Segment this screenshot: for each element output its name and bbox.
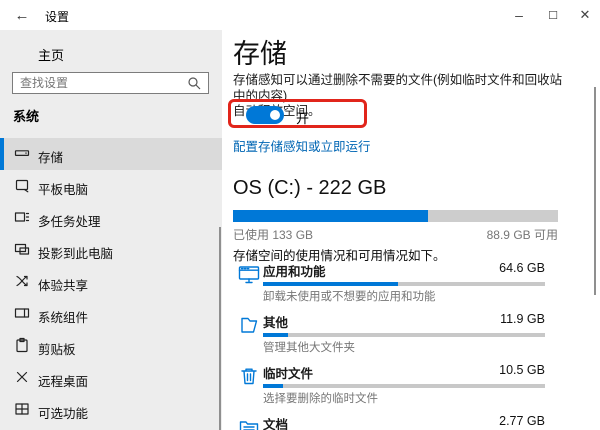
category-size: 10.5 GB — [499, 363, 545, 377]
drive-usage-fill — [233, 210, 428, 222]
drive-free-label: 88.9 GB 可用 — [487, 226, 558, 243]
page-title: 存储 — [233, 32, 287, 71]
category-usage-bar — [263, 333, 545, 337]
title-bar: ← 设置 – ☐ ✕ — [0, 0, 600, 30]
clipboard-icon — [14, 337, 30, 358]
category-size: 2.77 GB — [499, 414, 545, 428]
sidebar-item-8[interactable]: 可选功能 — [0, 394, 222, 426]
folder-icon — [238, 314, 260, 336]
category-name: 临时文件 — [263, 363, 313, 382]
category-description: 卸载未使用或不想要的应用和功能 — [263, 288, 436, 304]
sidebar-item-label: 系统组件 — [38, 307, 88, 326]
configure-storage-sense-link[interactable]: 配置存储感知或立即运行 — [233, 136, 371, 155]
search-icon — [187, 76, 202, 91]
sidebar-item-label: 远程桌面 — [38, 371, 88, 390]
storage-page: 存储 存储感知可以通过删除不需要的文件(例如临时文件和回收站中的内容) 自动释放… — [222, 30, 600, 430]
category-description: 选择要删除的临时文件 — [263, 390, 378, 406]
sidebar-item-label: 剪贴板 — [38, 339, 76, 358]
sidebar-section-system: 系统 — [13, 106, 39, 125]
sidebar-item-home[interactable]: 主页 — [0, 38, 222, 66]
home-label: 主页 — [38, 45, 64, 64]
sidebar-item-6[interactable]: 剪贴板 — [0, 330, 222, 362]
multitask-icon — [14, 209, 30, 230]
window-title: 设置 — [45, 8, 69, 25]
category-size: 64.6 GB — [499, 261, 545, 275]
category-description: 管理其他大文件夹 — [263, 339, 355, 355]
drive-used-label: 已使用 133 GB — [233, 228, 313, 242]
sidebar-nav-list: 存储平板电脑多任务处理投影到此电脑体验共享系统组件剪贴板远程桌面可选功能 — [0, 138, 222, 426]
drive-title: OS (C:) - 222 GB — [233, 177, 386, 200]
remote-icon — [14, 369, 30, 390]
sidebar: 主页 系统 存储平板电脑多任务处理投影到此电脑体验共享系统组件剪贴板远程桌面可选… — [0, 30, 222, 430]
category-size: 11.9 GB — [500, 312, 545, 326]
apps-icon — [238, 263, 260, 285]
category-list: 应用和功能 64.6 GB 卸载未使用或不想要的应用和功能其他 11.9 GB 管理其他… — [233, 261, 558, 430]
close-button[interactable]: ✕ — [568, 0, 600, 30]
sidebar-item-label: 体验共享 — [38, 275, 88, 294]
share-icon — [14, 273, 30, 294]
storage-category-row[interactable]: 其他11.9 GB管理其他大文件夹 — [233, 312, 558, 347]
category-name: 应用和功能 — [263, 261, 326, 280]
sidebar-item-5[interactable]: 系统组件 — [0, 298, 222, 330]
sidebar-item-2[interactable]: 多任务处理 — [0, 202, 222, 234]
sidebar-item-label: 投影到此电脑 — [38, 243, 113, 262]
sidebar-item-7[interactable]: 远程桌面 — [0, 362, 222, 394]
sidebar-item-label: 存储 — [38, 147, 63, 166]
drive-usage-labels: 已使用 133 GB 88.9 GB 可用 — [233, 226, 558, 243]
back-button[interactable]: ← — [12, 5, 32, 25]
search-box[interactable] — [12, 72, 209, 94]
maximize-button[interactable]: ☐ — [536, 0, 570, 30]
trash-icon — [238, 365, 260, 387]
content-scrollbar[interactable] — [594, 87, 596, 295]
documents-icon — [238, 416, 260, 430]
optional-icon — [14, 401, 30, 422]
search-input[interactable] — [20, 74, 180, 92]
category-usage-bar — [263, 384, 545, 388]
category-name: 其他 — [263, 312, 288, 331]
components-icon — [14, 305, 30, 326]
drive-usage-bar — [233, 210, 558, 222]
category-usage-bar — [263, 282, 545, 286]
toggle-knob — [270, 110, 280, 120]
toggle-state-label: 开 — [296, 108, 309, 127]
sidebar-item-0[interactable]: 存储 — [0, 138, 222, 170]
drive-icon — [14, 145, 30, 166]
sidebar-item-4[interactable]: 体验共享 — [0, 266, 222, 298]
minimize-button[interactable]: – — [502, 0, 536, 30]
sidebar-scrollbar[interactable] — [219, 227, 221, 430]
sidebar-item-label: 可选功能 — [38, 403, 88, 422]
storage-category-row[interactable]: 文档 2.77 GB — [233, 414, 558, 430]
sidebar-item-label: 平板电脑 — [38, 179, 88, 198]
storage-category-row[interactable]: 应用和功能64.6 GB卸载未使用或不想要的应用和功能 — [233, 261, 558, 296]
category-name: 文档 — [263, 414, 288, 430]
storage-category-row[interactable]: 临时文件10.5 GB选择要删除的临时文件 — [233, 363, 558, 398]
project-icon — [14, 241, 30, 262]
sidebar-item-label: 多任务处理 — [38, 211, 101, 230]
sidebar-item-3[interactable]: 投影到此电脑 — [0, 234, 222, 266]
sidebar-item-1[interactable]: 平板电脑 — [0, 170, 222, 202]
tablet-icon — [14, 177, 30, 198]
storage-sense-toggle[interactable] — [246, 106, 284, 124]
